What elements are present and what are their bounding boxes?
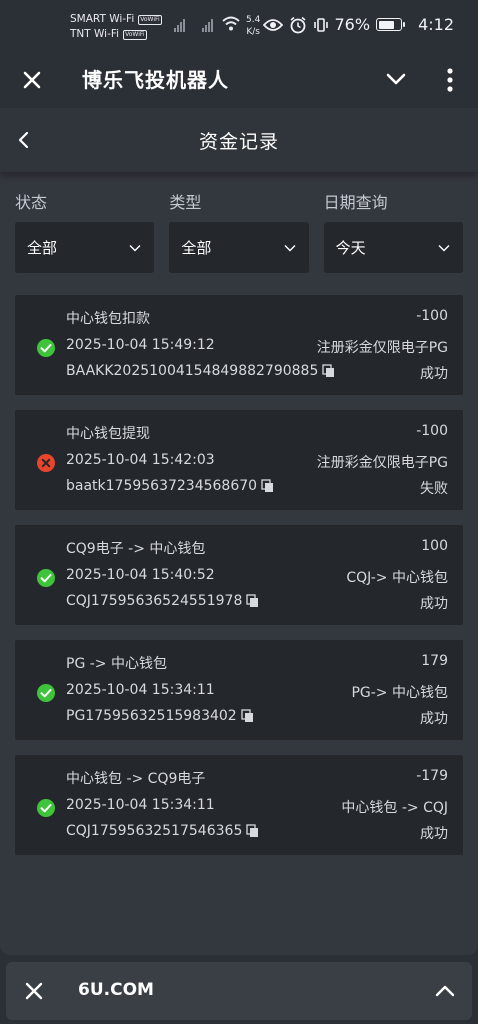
- filter-type: 类型 全部: [169, 192, 309, 273]
- record-result: 成功: [420, 596, 448, 612]
- record-time: 2025-10-04 15:42:03: [66, 452, 215, 468]
- chevron-down-icon: [438, 244, 450, 251]
- record-card[interactable]: 中心钱包扣款 2025-10-04 15:49:12 BAAKK20251004…: [15, 295, 463, 395]
- record-remark: 注册彩金仅限电子PG: [316, 340, 448, 356]
- app-bar: 博乐飞投机器人: [0, 52, 478, 108]
- select-value: 全部: [27, 239, 58, 257]
- speed-value: 5.4: [246, 15, 261, 25]
- record-result: 失败: [420, 481, 448, 497]
- record-remark: PG-> 中心钱包: [351, 685, 448, 701]
- order-number: CQJ17595632517546365: [66, 823, 243, 839]
- record-card[interactable]: PG -> 中心钱包 2025-10-04 15:34:11 PG1759563…: [15, 640, 463, 740]
- record-order: CQJ17595632517546365: [66, 823, 259, 839]
- close-icon[interactable]: [22, 979, 46, 1003]
- record-remark: 中心钱包 -> CQJ: [341, 800, 448, 816]
- copy-icon[interactable]: [246, 824, 259, 838]
- record-order: CQJ17595636524551978: [66, 593, 259, 609]
- battery-icon: [376, 18, 406, 31]
- chevron-down-icon: [284, 244, 296, 251]
- clock: 4:12: [418, 15, 454, 34]
- select-value: 今天: [335, 239, 366, 257]
- record-result: 成功: [420, 366, 448, 382]
- type-select[interactable]: 全部: [169, 222, 309, 273]
- order-number: BAAKK20251004154849882790885: [66, 363, 319, 379]
- record-title: 中心钱包扣款: [66, 311, 150, 327]
- filter-bar: 状态 全部 类型 全部 日期查询 今天: [0, 192, 478, 273]
- status-bar: SMART Wi-Fi VoWiFi TNT Wi-Fi VoWiFi 5.4 K/…: [0, 0, 478, 52]
- success-check-icon: [37, 569, 55, 587]
- alarm-icon: [289, 16, 306, 33]
- wifi-icon: [222, 16, 240, 31]
- fail-x-icon: [37, 454, 55, 472]
- network-speed: 5.4 K/s: [246, 14, 260, 38]
- status-select[interactable]: 全部: [15, 222, 155, 273]
- record-result: 成功: [420, 711, 448, 727]
- sim1-label: SMART Wi-Fi: [70, 13, 135, 25]
- filter-status: 状态 全部: [15, 192, 155, 273]
- order-number: PG17595632515983402: [66, 708, 237, 724]
- volte-badge: VoWiFi: [138, 14, 162, 25]
- chevron-left-icon[interactable]: [12, 126, 36, 154]
- copy-icon[interactable]: [241, 709, 254, 723]
- record-order: baatk17595637234568670: [66, 478, 274, 494]
- copy-icon[interactable]: [246, 594, 259, 608]
- filter-date: 日期查询 今天: [323, 192, 463, 273]
- record-card[interactable]: CQ9电子 -> 中心钱包 2025-10-04 15:40:52 CQJ175…: [15, 525, 463, 625]
- browser-bottom-bar: 6U.COM: [6, 962, 472, 1020]
- filter-label: 状态: [15, 193, 48, 212]
- page-header: 资金记录: [0, 108, 478, 172]
- record-amount: -100: [416, 308, 448, 324]
- record-time: 2025-10-04 15:34:11: [66, 682, 215, 698]
- date-select[interactable]: 今天: [323, 222, 463, 273]
- app-title: 博乐飞投机器人: [82, 68, 229, 92]
- record-order: PG17595632515983402: [66, 708, 254, 724]
- signal-icon: [202, 16, 213, 32]
- speed-unit: K/s: [246, 27, 260, 37]
- select-value: 全部: [181, 239, 212, 257]
- site-domain: 6U.COM: [78, 980, 154, 1000]
- record-title: CQ9电子 -> 中心钱包: [66, 541, 206, 557]
- battery-percent: 76%: [334, 15, 371, 34]
- success-check-icon: [37, 799, 55, 817]
- success-check-icon: [37, 339, 55, 357]
- record-title: PG -> 中心钱包: [66, 656, 167, 672]
- page-title: 资金记录: [198, 130, 279, 153]
- record-remark: 注册彩金仅限电子PG: [316, 455, 448, 471]
- status-right: 76% 4:12: [262, 15, 454, 34]
- record-time: 2025-10-04 15:49:12: [66, 337, 215, 353]
- fund-records-page: 资金记录 状态 全部 类型 全部 日期查询 今天 中心钱包扣款 2025-10-…: [0, 108, 478, 955]
- vibrate-icon: [313, 17, 328, 32]
- chevron-down-icon: [129, 244, 141, 251]
- copy-icon[interactable]: [261, 479, 274, 493]
- success-check-icon: [37, 684, 55, 702]
- record-amount: 179: [421, 653, 448, 669]
- record-remark: CQJ-> 中心钱包: [346, 570, 448, 586]
- filter-label: 日期查询: [323, 193, 388, 212]
- record-time: 2025-10-04 15:40:52: [66, 567, 215, 583]
- record-order: BAAKK20251004154849882790885: [66, 363, 335, 379]
- order-number: CQJ17595636524551978: [66, 593, 243, 609]
- record-title: 中心钱包提现: [66, 426, 150, 442]
- sim2-label: TNT Wi-Fi: [70, 28, 120, 40]
- more-vertical-icon[interactable]: [438, 66, 462, 94]
- close-icon[interactable]: [18, 66, 46, 94]
- record-time: 2025-10-04 15:34:11: [66, 797, 215, 813]
- eye-icon: [262, 18, 283, 31]
- record-amount: -100: [416, 423, 448, 439]
- order-number: baatk17595637234568670: [66, 478, 258, 494]
- record-result: 成功: [420, 826, 448, 842]
- record-amount: -179: [416, 768, 448, 784]
- record-card[interactable]: 中心钱包提现 2025-10-04 15:42:03 baatk17595637…: [15, 410, 463, 510]
- signal-icon: [174, 16, 185, 32]
- volte-badge: VoWiFi: [123, 29, 147, 40]
- record-title: 中心钱包 -> CQ9电子: [66, 771, 206, 787]
- record-card[interactable]: 中心钱包 -> CQ9电子 2025-10-04 15:34:11 CQJ175…: [15, 755, 463, 855]
- record-amount: 100: [421, 538, 448, 554]
- chevron-down-icon[interactable]: [384, 66, 408, 90]
- record-list: 中心钱包扣款 2025-10-04 15:49:12 BAAKK20251004…: [0, 273, 478, 855]
- sim-info: SMART Wi-Fi VoWiFi TNT Wi-Fi VoWiFi: [70, 12, 162, 42]
- filter-label: 类型: [169, 193, 202, 212]
- chevron-up-icon[interactable]: [434, 980, 456, 1002]
- copy-icon[interactable]: [322, 364, 335, 378]
